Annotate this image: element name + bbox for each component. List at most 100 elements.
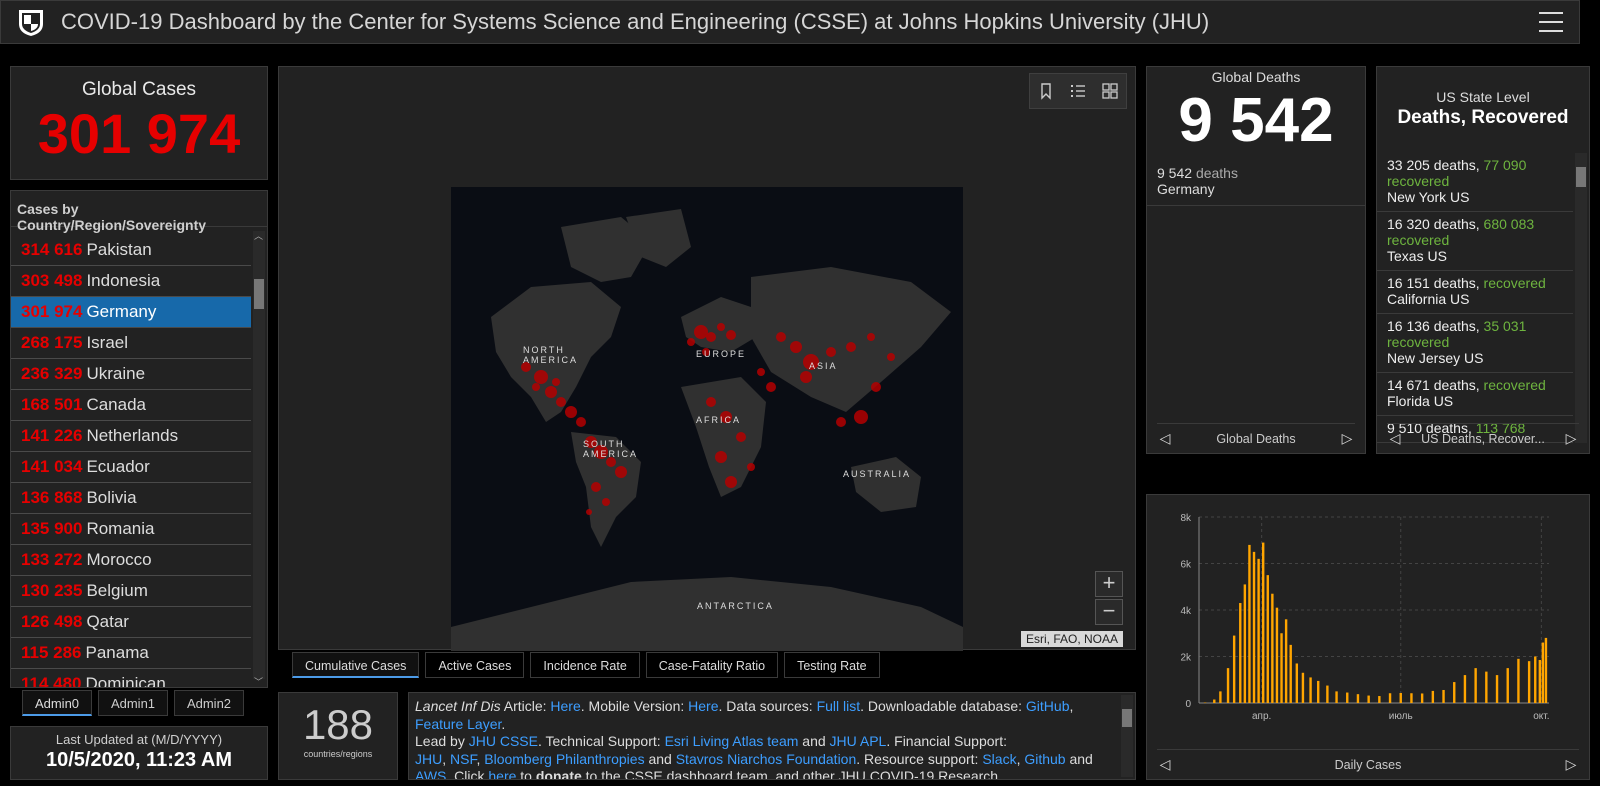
daily-case-bar[interactable] (1335, 691, 1338, 703)
next-page-icon[interactable]: ▷ (1563, 430, 1579, 447)
tab-case-fatality-ratio[interactable]: Case-Fatality Ratio (645, 652, 779, 678)
outbreak-dot[interactable] (854, 410, 868, 424)
basemap-gallery-icon[interactable] (1101, 82, 1119, 100)
country-row[interactable]: 141 034 Ecuador (11, 452, 251, 483)
daily-cases-chart[interactable]: 0 2k 4k 6k 8k апр. июль окт. (1147, 495, 1591, 743)
daily-case-bar[interactable] (1271, 593, 1274, 703)
daily-case-bar[interactable] (1266, 575, 1269, 703)
donate-here-link[interactable]: here (488, 768, 516, 779)
next-page-icon[interactable]: ▷ (1339, 430, 1355, 447)
aws-link[interactable]: AWS (415, 768, 446, 779)
us-state-row[interactable]: 33 205 deaths, 77 090 recovered New York … (1377, 153, 1573, 212)
country-row[interactable]: 130 235 Belgium (11, 576, 251, 607)
outbreak-dot[interactable] (706, 332, 716, 342)
daily-case-bar[interactable] (1544, 637, 1548, 703)
scroll-up-icon[interactable]: ︿ (254, 229, 263, 242)
daily-case-bar[interactable] (1301, 672, 1305, 703)
jhu-csse-link[interactable]: JHU CSSE (469, 733, 538, 749)
outbreak-dot[interactable] (766, 382, 776, 392)
tab-admin0[interactable]: Admin0 (22, 690, 92, 716)
tab-admin1[interactable]: Admin1 (98, 690, 168, 716)
daily-case-bar[interactable] (1356, 694, 1360, 703)
map-attribution[interactable]: Esri, FAO, NOAA (1020, 631, 1123, 647)
outbreak-dot[interactable] (800, 371, 812, 383)
outbreak-dot[interactable] (757, 368, 765, 376)
legend-list-icon[interactable] (1069, 82, 1087, 100)
outbreak-dot[interactable] (591, 482, 601, 492)
outbreak-dot[interactable] (867, 333, 875, 341)
outbreak-dot[interactable] (836, 417, 846, 427)
prev-page-icon[interactable]: ◁ (1387, 430, 1403, 447)
country-row[interactable]: 115 286 Panama (11, 638, 251, 669)
outbreak-dot[interactable] (871, 382, 881, 392)
world-map-canvas[interactable]: NORTH AMERICA EUROPE ASIA AFRICA SOUTH A… (451, 187, 963, 651)
us-state-row[interactable]: 14 671 deaths, recovered Florida US (1377, 373, 1573, 416)
mobile-version-link[interactable]: Here (688, 698, 718, 714)
zoom-in-button[interactable]: + (1095, 571, 1123, 597)
daily-case-bar[interactable] (1243, 584, 1247, 703)
daily-case-bar[interactable] (1226, 668, 1230, 703)
jhu-apl-link[interactable]: JHU APL (830, 733, 887, 749)
stavros-link[interactable]: Stavros Niarchos Foundation (676, 751, 857, 767)
us-state-scrollbar[interactable] (1575, 153, 1587, 443)
us-state-list[interactable]: 33 205 deaths, 77 090 recovered New York … (1377, 153, 1573, 447)
outbreak-dot[interactable] (545, 386, 557, 398)
github-link[interactable]: GitHub (1026, 698, 1070, 714)
country-row[interactable]: 168 501 Canada (11, 390, 251, 421)
tab-active-cases[interactable]: Active Cases (425, 652, 525, 678)
daily-case-bar[interactable] (1506, 668, 1509, 703)
full-list-link[interactable]: Full list (817, 698, 861, 714)
country-row[interactable]: 135 900 Romania (11, 514, 251, 545)
outbreak-dot[interactable] (552, 378, 560, 386)
daily-case-bar[interactable] (1399, 693, 1402, 703)
feature-layer-link[interactable]: Feature Layer (415, 716, 501, 732)
zoom-out-button[interactable]: − (1095, 599, 1123, 625)
us-state-row[interactable]: 16 320 deaths, 680 083 recovered Texas US (1377, 212, 1573, 271)
outbreak-dot[interactable] (586, 509, 592, 515)
country-row[interactable]: 126 498 Qatar (11, 607, 251, 638)
outbreak-dot[interactable] (556, 397, 566, 407)
nsf-link[interactable]: NSF (450, 751, 476, 767)
bookmark-icon[interactable] (1037, 82, 1055, 100)
daily-case-bar[interactable] (1517, 658, 1520, 703)
country-row[interactable]: 301 974 Germany (11, 297, 251, 328)
daily-case-bar[interactable] (1261, 542, 1265, 703)
outbreak-dot[interactable] (602, 498, 610, 506)
outbreak-dot[interactable] (717, 323, 725, 331)
outbreak-dot[interactable] (576, 417, 586, 427)
daily-case-bar[interactable] (1289, 644, 1292, 703)
hamburger-menu-icon[interactable] (1539, 12, 1563, 32)
daily-case-bar[interactable] (1442, 689, 1445, 703)
esri-link[interactable]: Esri Living Atlas team (665, 733, 799, 749)
outbreak-dot[interactable] (846, 342, 856, 352)
github2-link[interactable]: Github (1024, 751, 1065, 767)
daily-case-bar[interactable] (1541, 642, 1545, 703)
daily-case-bar[interactable] (1346, 692, 1349, 703)
daily-case-bar[interactable] (1453, 682, 1456, 703)
outbreak-dot[interactable] (776, 332, 786, 342)
daily-case-bar[interactable] (1317, 680, 1320, 703)
tab-cumulative-cases[interactable]: Cumulative Cases (292, 652, 420, 678)
country-row[interactable]: 136 868 Bolivia (11, 483, 251, 514)
outbreak-dot[interactable] (565, 406, 577, 418)
daily-case-bar[interactable] (1527, 661, 1531, 703)
tab-incidence-rate[interactable]: Incidence Rate (530, 652, 640, 678)
daily-case-bar[interactable] (1410, 693, 1413, 703)
daily-case-bar[interactable] (1213, 699, 1216, 703)
daily-case-bar[interactable] (1420, 693, 1424, 703)
daily-case-bar[interactable] (1275, 607, 1279, 703)
next-page-icon[interactable]: ▷ (1563, 756, 1579, 773)
daily-case-bar[interactable] (1463, 675, 1467, 703)
outbreak-dot[interactable] (615, 466, 627, 478)
daily-case-bar[interactable] (1284, 619, 1288, 703)
outbreak-dot[interactable] (715, 451, 727, 463)
country-list-scrollbar[interactable] (253, 231, 265, 679)
daily-case-bar[interactable] (1485, 671, 1488, 703)
daily-case-bar[interactable] (1474, 668, 1477, 703)
prev-page-icon[interactable]: ◁ (1157, 430, 1173, 447)
outbreak-dot[interactable] (726, 330, 736, 340)
daily-case-bar[interactable] (1534, 656, 1537, 704)
jhu-link[interactable]: JHU (415, 751, 442, 767)
daily-case-bar[interactable] (1203, 702, 1207, 704)
daily-case-bar[interactable] (1248, 544, 1251, 703)
